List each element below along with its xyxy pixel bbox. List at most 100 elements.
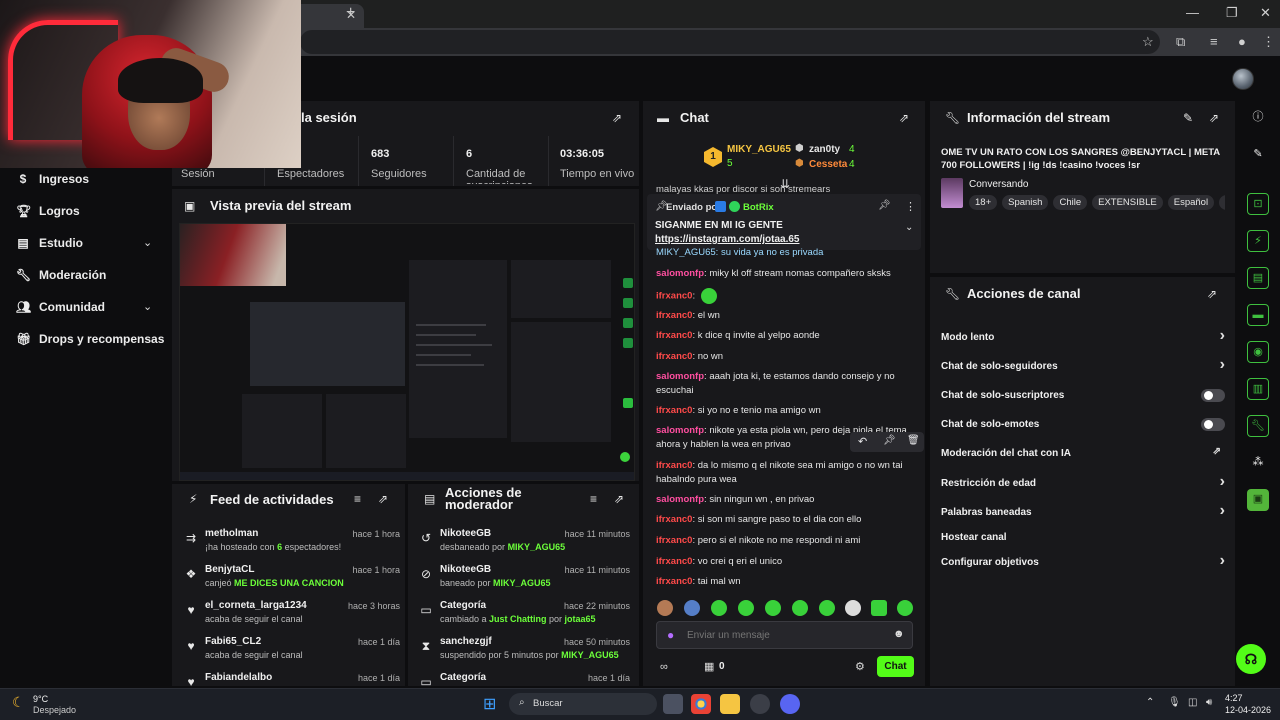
mic-icon[interactable]: 🎙︎ [1168, 697, 1181, 708]
store-icon[interactable]: ▦ [704, 660, 714, 673]
chat-username[interactable]: ifrxanc0 [656, 514, 692, 525]
sidebar-item-moderacion[interactable]: 🔧︎ Moderación [16, 268, 106, 282]
channel-action-item[interactable]: Chat de solo-emotes [941, 418, 1225, 433]
chat-username[interactable]: ifrxanc0 [656, 330, 692, 341]
channel-action-item[interactable]: Hostear canal [941, 532, 1225, 546]
windows-start-icon[interactable]: ⊞ [483, 694, 496, 714]
channel-action-item[interactable]: Configurar objetivos › [941, 552, 1225, 571]
chat-username[interactable]: ifrxanc0 [656, 535, 692, 546]
mod-target[interactable]: Categoría [440, 672, 486, 683]
filter-icon[interactable]: ≡ [354, 492, 361, 506]
emote-icon[interactable] [657, 600, 673, 616]
mod-target[interactable]: NikoteeGB [440, 564, 491, 575]
popout-icon[interactable]: ⇗ [899, 111, 909, 125]
extensions-icon[interactable]: ⧉ [1176, 34, 1185, 50]
tag[interactable]: Spanish [1002, 195, 1049, 210]
new-tab-icon[interactable]: + [346, 4, 355, 22]
sidebar-item-logros[interactable]: 🏆︎ Logros [16, 204, 80, 218]
wrench-icon[interactable]: 🔧︎ [1247, 415, 1269, 437]
minimize-icon[interactable]: — [1186, 5, 1199, 20]
stream-preview-video[interactable] [179, 223, 635, 481]
profile-chip-icon[interactable]: ● [1238, 34, 1246, 49]
send-chat-button[interactable]: Chat [877, 656, 914, 677]
toggle-switch[interactable] [1201, 418, 1225, 431]
chevron-down-icon[interactable]: ⌄ [143, 236, 152, 249]
emote-icon[interactable] [711, 600, 727, 616]
reply-icon[interactable]: ↶ [858, 435, 867, 448]
media-icon[interactable]: ≡ [1210, 34, 1218, 49]
chat-message[interactable]: ifrxanc0: tai mal wn [656, 575, 918, 589]
close-window-icon[interactable]: ✕ [1260, 5, 1271, 21]
task-view-icon[interactable] [663, 694, 683, 714]
chat-message[interactable]: salomonfp: sin ningun wn , en privao [656, 493, 918, 507]
tag[interactable]: EXTENSIBLE [1092, 195, 1163, 210]
chat-message[interactable]: salomonfp: aaah jota ki, te estamos dand… [656, 370, 918, 398]
volume-icon[interactable]: 🔊︎ [1206, 697, 1212, 708]
pencil-icon[interactable]: ✎ [1183, 111, 1193, 125]
chat-message[interactable]: ifrxanc0: k dice q invite al yelpo aonde [656, 329, 918, 343]
info-icon[interactable]: ⓘ [1247, 107, 1269, 129]
chat-message[interactable]: ifrxanc0: vo crei q eri el unico [656, 555, 918, 569]
channel-action-item[interactable]: Modo lento › [941, 327, 1225, 346]
popout-icon[interactable]: ⇗ [1209, 111, 1219, 125]
tag[interactable]: Español [1167, 195, 1215, 210]
chat-username[interactable]: ifrxanc0 [656, 291, 692, 302]
mod-target[interactable]: NikoteeGB [440, 528, 491, 539]
feed-user[interactable]: el_corneta_larga1234 [205, 600, 307, 611]
chevron-right-icon[interactable]: › [1220, 502, 1225, 520]
mod-target[interactable]: sanchezgjf [440, 636, 492, 647]
chat-icon[interactable]: ▬ [1247, 304, 1269, 326]
emote-icon[interactable] [897, 600, 913, 616]
pin-message-icon[interactable]: 📌︎ [883, 435, 896, 446]
tag[interactable]: Chile [1053, 195, 1088, 210]
filter-icon[interactable]: ≡ [590, 492, 597, 506]
category-name[interactable]: Conversando [969, 179, 1028, 190]
unpin-icon[interactable]: 📌︎ [878, 200, 891, 211]
file-explorer-icon[interactable] [720, 694, 740, 714]
broadcast-icon[interactable]: ◉ [1247, 341, 1269, 363]
chat-username[interactable]: ifrxanc0 [656, 351, 692, 362]
feed-user[interactable]: Fabi65_CL2 [205, 636, 261, 647]
leader-name[interactable]: zan0ty [809, 144, 840, 155]
pencil-icon[interactable]: ✎ [1247, 144, 1269, 166]
sidebar-item-estudio[interactable]: ▤ Estudio [16, 236, 83, 250]
pinned-sender[interactable]: BotRix [743, 202, 774, 213]
dots-icon[interactable]: ⁂ [1247, 452, 1269, 474]
delete-icon[interactable]: 🗑︎ [907, 435, 920, 446]
address-bar[interactable] [300, 30, 1160, 54]
taskbar-search[interactable]: ⌕ Buscar [509, 693, 657, 715]
emote-icon[interactable] [738, 600, 754, 616]
emote-icon[interactable] [819, 600, 835, 616]
external-link-icon[interactable]: ⇗ [1213, 446, 1221, 457]
more-icon[interactable]: ⋮ [905, 200, 916, 213]
sidebar-item-drops[interactable]: 🎁︎ Drops y recompensas [16, 332, 164, 346]
chat-input[interactable] [687, 626, 877, 644]
chat-message[interactable]: ifrxanc0: no wn [656, 350, 918, 364]
channel-action-item[interactable]: Restricción de edad › [941, 473, 1225, 492]
chat-message[interactable]: ifrxanc0: [656, 288, 918, 304]
pinned-link[interactable]: https://instagram.com/jotaa.65 [655, 234, 799, 245]
popout-icon[interactable]: ⇗ [378, 492, 388, 506]
chat-username[interactable]: ifrxanc0 [656, 576, 692, 587]
network-icon[interactable]: ◫ [1188, 697, 1197, 708]
chat-username[interactable]: ifrxanc0 [656, 556, 692, 567]
chat-username[interactable]: salomonfp [656, 371, 704, 382]
chat-message[interactable]: ifrxanc0: si yo no e tenio ma amigo wn [656, 404, 918, 418]
popout-icon[interactable]: ⇗ [612, 111, 622, 125]
clock-time[interactable]: 4:27 [1225, 693, 1243, 703]
chevron-right-icon[interactable]: › [1220, 473, 1225, 491]
sidebar-item-comunidad[interactable]: 👥︎ Comunidad [16, 300, 105, 314]
chat-username[interactable]: salomonfp [656, 268, 704, 279]
category-thumbnail[interactable] [941, 178, 963, 208]
document-icon[interactable]: ▤ [1247, 267, 1269, 289]
chat-message[interactable]: ifrxanc0: pero si el nikote no me respon… [656, 534, 918, 548]
tag[interactable]: 18+ [969, 195, 998, 210]
browser-menu-icon[interactable]: ⋮ [1262, 34, 1275, 50]
emoji-icon[interactable]: ☻ [893, 628, 905, 640]
tray-chevron-icon[interactable]: ⌃ [1146, 697, 1154, 708]
chat-message[interactable]: salomonfp: miky kl off stream nomas comp… [656, 267, 918, 281]
popout-icon[interactable]: ⇗ [614, 492, 624, 506]
mod-target[interactable]: Categoría [440, 600, 486, 611]
channel-action-item[interactable]: Chat de solo-seguidores › [941, 356, 1225, 375]
chat-message[interactable]: ifrxanc0: el wn [656, 309, 918, 323]
